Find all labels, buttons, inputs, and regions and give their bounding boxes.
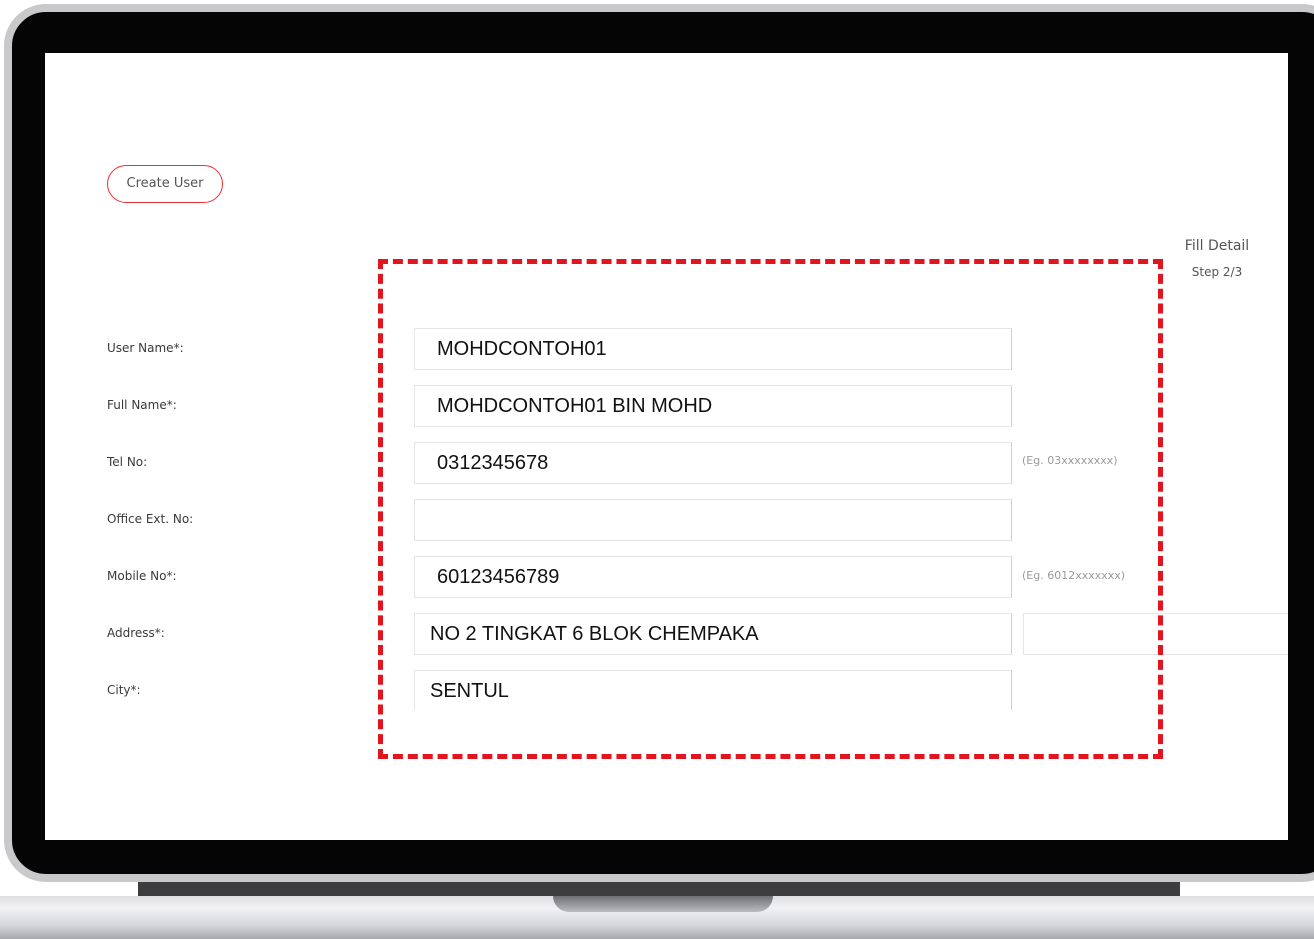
office-ext-field[interactable] — [414, 499, 1012, 541]
full-name-label: Full Name*: — [107, 398, 177, 412]
address-label: Address*: — [107, 626, 165, 640]
address-line-1-field[interactable]: NO 2 TINGKAT 6 BLOK CHEMPAKA — [414, 613, 1012, 655]
tel-no-field[interactable]: 0312345678 — [414, 442, 1012, 484]
laptop-device: Create User Fill Detail Step 2/3 User Na… — [0, 0, 1314, 939]
mobile-no-label: Mobile No*: — [107, 569, 177, 583]
app-screen: Create User Fill Detail Step 2/3 User Na… — [45, 53, 1288, 840]
mobile-no-hint: (Eg. 6012xxxxxxx) — [1022, 569, 1126, 582]
step-title: Fill Detail — [1184, 238, 1250, 254]
create-user-button[interactable]: Create User — [107, 165, 223, 203]
full-name-field[interactable]: MOHDCONTOH01 BIN MOHD — [414, 385, 1012, 427]
tel-no-label: Tel No: — [107, 455, 148, 469]
mobile-no-field[interactable]: 60123456789 — [414, 556, 1012, 598]
step-indicator: Fill Detail Step 2/3 — [1169, 237, 1265, 280]
step-counter: Step 2/3 — [1191, 265, 1243, 279]
laptop-base-shadow — [138, 882, 1180, 896]
address-line-2-field[interactable] — [1023, 613, 1288, 655]
laptop-hinge — [553, 896, 773, 912]
user-name-field[interactable]: MOHDCONTOH01 — [414, 328, 1012, 370]
user-name-label: User Name*: — [107, 341, 184, 355]
city-field[interactable]: SENTUL — [414, 670, 1012, 710]
city-label: City*: — [107, 683, 141, 697]
office-ext-label: Office Ext. No: — [107, 512, 194, 526]
tel-no-hint: (Eg. 03xxxxxxxx) — [1022, 454, 1118, 467]
